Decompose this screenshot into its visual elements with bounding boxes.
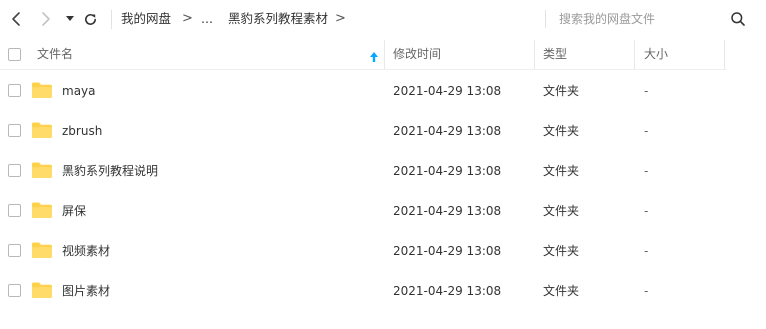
breadcrumb-separator[interactable]: >: [335, 9, 346, 29]
back-arrow-icon[interactable]: [6, 9, 26, 29]
refresh-icon[interactable]: [79, 9, 101, 29]
file-name[interactable]: maya: [62, 71, 96, 111]
file-name[interactable]: 黑豹系列教程说明: [62, 151, 158, 191]
folder-icon: [32, 202, 52, 218]
file-modified: 2021-04-29 13:08: [393, 244, 502, 258]
column-divider[interactable]: [724, 40, 725, 70]
row-checkbox[interactable]: [8, 164, 21, 177]
folder-icon: [32, 122, 52, 138]
folder-icon: [32, 82, 52, 98]
table-row[interactable]: 黑豹系列教程说明 2021-04-29 13:08 文件夹 -: [0, 151, 766, 191]
file-name[interactable]: 图片素材: [62, 271, 110, 311]
column-divider[interactable]: [384, 40, 385, 70]
column-divider[interactable]: [534, 40, 535, 70]
breadcrumb-current[interactable]: 黑豹系列教程素材: [228, 9, 328, 29]
file-size: -: [644, 244, 649, 258]
file-modified: 2021-04-29 13:08: [393, 164, 502, 178]
row-checkbox[interactable]: [8, 244, 21, 257]
toolbar: 我的网盘 > ... 黑豹系列教程素材 >: [0, 0, 766, 38]
select-all-checkbox[interactable]: [8, 48, 21, 61]
row-checkbox[interactable]: [8, 204, 21, 217]
file-size: -: [644, 164, 649, 178]
table-header: 文件名 修改时间 类型 大小: [0, 38, 766, 70]
file-type: 文件夹: [543, 244, 580, 258]
row-checkbox[interactable]: [8, 284, 21, 297]
forward-arrow-icon[interactable]: [36, 9, 56, 29]
search-box: [545, 8, 755, 30]
history-dropdown-icon[interactable]: [63, 9, 77, 29]
file-type: 文件夹: [543, 84, 580, 98]
breadcrumb-root[interactable]: 我的网盘: [121, 9, 171, 29]
row-checkbox[interactable]: [8, 124, 21, 137]
file-size: -: [644, 284, 649, 298]
column-header-size[interactable]: 大小: [644, 38, 668, 70]
file-modified: 2021-04-29 13:08: [393, 204, 502, 218]
table-row[interactable]: 图片素材 2021-04-29 13:08 文件夹 -: [0, 271, 766, 311]
breadcrumb-ellipsis[interactable]: ...: [201, 9, 213, 29]
file-type: 文件夹: [543, 284, 580, 298]
table-row[interactable]: zbrush 2021-04-29 13:08 文件夹 -: [0, 111, 766, 151]
folder-icon: [32, 162, 52, 178]
column-header-name[interactable]: 文件名: [37, 38, 73, 70]
file-modified: 2021-04-29 13:08: [393, 84, 502, 98]
file-size: -: [644, 124, 649, 138]
sort-ascending-icon[interactable]: [369, 48, 379, 62]
file-name[interactable]: 视频素材: [62, 231, 110, 271]
file-modified: 2021-04-29 13:08: [393, 284, 502, 298]
table-row[interactable]: 视频素材 2021-04-29 13:08 文件夹 -: [0, 231, 766, 271]
table-row[interactable]: 屏保 2021-04-29 13:08 文件夹 -: [0, 191, 766, 231]
search-icon[interactable]: [730, 11, 746, 27]
table-row[interactable]: maya 2021-04-29 13:08 文件夹 -: [0, 71, 766, 111]
row-checkbox[interactable]: [8, 84, 21, 97]
header-bottom-border: [0, 69, 726, 70]
search-input[interactable]: [553, 8, 737, 30]
folder-icon: [32, 282, 52, 298]
breadcrumb-separator: >: [182, 11, 193, 26]
folder-icon: [32, 242, 52, 258]
toolbar-divider: [111, 10, 112, 29]
file-type: 文件夹: [543, 164, 580, 178]
file-type: 文件夹: [543, 204, 580, 218]
search-divider: [545, 10, 546, 28]
file-size: -: [644, 204, 649, 218]
file-type: 文件夹: [543, 124, 580, 138]
column-divider[interactable]: [634, 40, 635, 70]
column-header-modified[interactable]: 修改时间: [393, 38, 441, 70]
file-modified: 2021-04-29 13:08: [393, 124, 502, 138]
file-name[interactable]: 屏保: [62, 191, 86, 231]
column-header-type[interactable]: 类型: [543, 38, 567, 70]
file-size: -: [644, 84, 649, 98]
file-name[interactable]: zbrush: [62, 111, 102, 151]
